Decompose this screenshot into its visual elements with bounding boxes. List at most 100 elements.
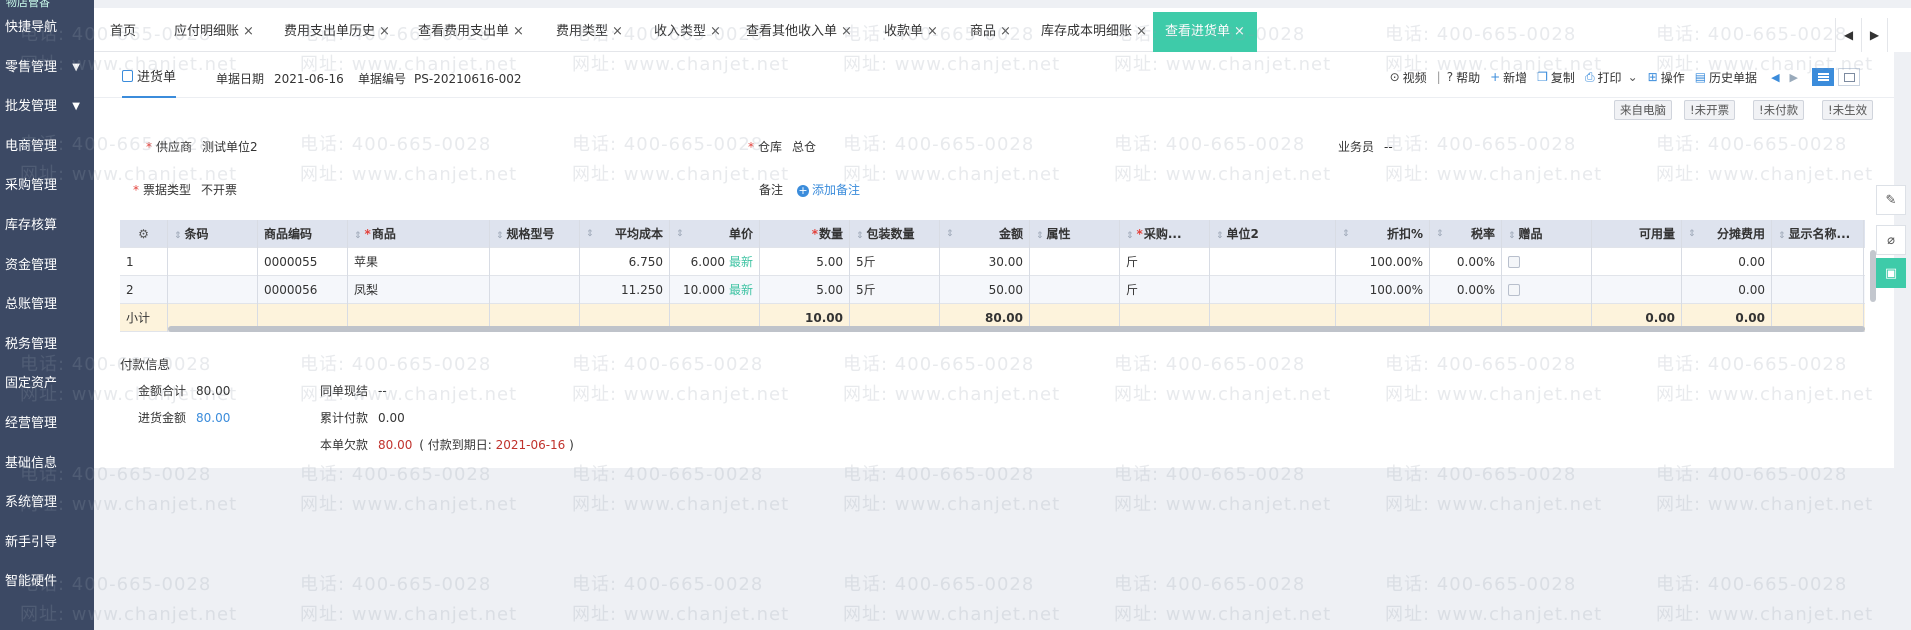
column-header[interactable]: ⇕ 显示名称... bbox=[1772, 220, 1864, 248]
grid-cell-available[interactable] bbox=[1592, 248, 1682, 276]
column-header[interactable]: ⇕ 包装数量 bbox=[850, 220, 940, 248]
grid-cell-amount[interactable]: 50.00 bbox=[940, 276, 1030, 304]
next-doc-button[interactable]: ▶ bbox=[1790, 71, 1798, 84]
image-tool-button[interactable]: ▣ bbox=[1876, 258, 1906, 288]
column-header[interactable]: ⇕ 单位2 bbox=[1210, 220, 1336, 248]
column-header[interactable]: *数量 bbox=[760, 220, 850, 248]
tab[interactable]: 应付明细账 × bbox=[172, 12, 256, 52]
column-header[interactable]: ⇕ *商品 bbox=[348, 220, 490, 248]
grid-cell-amount[interactable]: 30.00 bbox=[940, 248, 1030, 276]
grid-cell-tax[interactable]: 0.00% bbox=[1430, 276, 1502, 304]
latest-price-link[interactable]: 最新 bbox=[729, 255, 753, 269]
close-icon[interactable]: × bbox=[1136, 24, 1147, 39]
column-header[interactable]: ⇕ 属性 bbox=[1030, 220, 1120, 248]
grid-cell-alloc[interactable]: 0.00 bbox=[1682, 248, 1772, 276]
tab[interactable]: 查看其他收入单 × bbox=[744, 12, 854, 52]
column-header[interactable]: ⇕ 规格型号 bbox=[490, 220, 580, 248]
grid-cell-spec[interactable] bbox=[490, 276, 580, 304]
grid-settings-cell[interactable]: ⚙ bbox=[120, 220, 168, 248]
tab[interactable]: 查看进货单 × bbox=[1153, 12, 1257, 52]
close-icon[interactable]: × bbox=[612, 24, 623, 39]
tab[interactable]: 费用支出单历史 × bbox=[282, 12, 392, 52]
grid-cell-name[interactable]: 凤梨 bbox=[348, 276, 490, 304]
grid-cell-qty[interactable]: 5.00 bbox=[760, 276, 850, 304]
grid-cell-attr[interactable] bbox=[1030, 276, 1120, 304]
salesman-field[interactable]: 业务员 -- bbox=[1338, 138, 1393, 155]
column-header[interactable]: ⇕ 平均成本 bbox=[580, 220, 670, 248]
column-header[interactable]: ⇕ 单价 bbox=[670, 220, 760, 248]
close-icon[interactable]: × bbox=[710, 24, 721, 39]
grid-cell-discount[interactable]: 100.00% bbox=[1336, 276, 1430, 304]
grid-cell-barcode[interactable] bbox=[168, 248, 258, 276]
grid-cell-display[interactable] bbox=[1772, 248, 1864, 276]
grid-cell-code[interactable]: 0000056 bbox=[258, 276, 348, 304]
grid-cell-available[interactable] bbox=[1592, 276, 1682, 304]
sidebar-item[interactable]: 资金管理 bbox=[0, 246, 94, 286]
gift-checkbox[interactable] bbox=[1508, 256, 1520, 268]
print-button[interactable]: ⎙ 打印 ⌄ bbox=[1585, 69, 1638, 86]
grid-cell-alloc[interactable]: 0.00 bbox=[1682, 276, 1772, 304]
grid-cell-unit2[interactable] bbox=[1210, 248, 1336, 276]
doc-tab-purchase[interactable]: 进货单 bbox=[122, 66, 177, 98]
video-button[interactable]: ⊙ 视频 bbox=[1390, 69, 1427, 86]
sidebar-item[interactable]: 零售管理 ▼ bbox=[0, 48, 94, 88]
tab[interactable]: 费用类型 × bbox=[554, 12, 625, 52]
grid-cell-tax[interactable]: 0.00% bbox=[1430, 248, 1502, 276]
grid-cell-avg-cost[interactable]: 6.750 bbox=[580, 248, 670, 276]
list-view-button[interactable] bbox=[1812, 68, 1834, 86]
tab-prev-button[interactable]: ◀ bbox=[1835, 18, 1861, 52]
grid-cell-display[interactable] bbox=[1772, 276, 1864, 304]
sidebar-item[interactable]: 经营管理 bbox=[0, 404, 94, 444]
close-icon[interactable]: × bbox=[379, 24, 390, 39]
add-remark-button[interactable]: + 添加备注 bbox=[797, 183, 860, 197]
warehouse-field[interactable]: * 仓库 总仓 bbox=[748, 138, 816, 155]
grid-cell-attr[interactable] bbox=[1030, 248, 1120, 276]
invoice-type-field[interactable]: * 票据类型 不开票 bbox=[133, 181, 237, 198]
close-icon[interactable]: × bbox=[513, 24, 524, 39]
close-icon[interactable]: × bbox=[927, 24, 938, 39]
tab[interactable]: 商品 × bbox=[968, 12, 1013, 52]
card-view-button[interactable] bbox=[1838, 68, 1860, 86]
sidebar-item[interactable]: 总账管理 bbox=[0, 285, 94, 325]
notes-tool-button[interactable]: ✎ bbox=[1876, 185, 1906, 215]
operate-button[interactable]: ⊞ 操作 bbox=[1648, 69, 1685, 86]
grid-cell-pack-qty[interactable]: 5斤 bbox=[850, 248, 940, 276]
attachment-tool-button[interactable]: ⌀ bbox=[1876, 225, 1906, 255]
tab-next-button[interactable]: ▶ bbox=[1861, 18, 1887, 52]
horizontal-scrollbar[interactable] bbox=[168, 326, 1865, 332]
column-header[interactable]: 商品编码 bbox=[258, 220, 348, 248]
grid-cell-code[interactable]: 0000055 bbox=[258, 248, 348, 276]
gift-checkbox[interactable] bbox=[1508, 284, 1520, 296]
sidebar-item[interactable]: 库存核算 bbox=[0, 206, 94, 246]
sidebar-item[interactable]: 批发管理 ▼ bbox=[0, 87, 94, 127]
column-header[interactable]: ⇕ 折扣% bbox=[1336, 220, 1430, 248]
copy-button[interactable]: ❐ 复制 bbox=[1537, 69, 1575, 86]
column-header[interactable]: ⇕ 条码 bbox=[168, 220, 258, 248]
close-icon[interactable]: × bbox=[243, 24, 254, 39]
tab[interactable]: 收入类型 × bbox=[652, 12, 723, 52]
column-header[interactable]: ⇕ 赠品 bbox=[1502, 220, 1592, 248]
column-header[interactable]: ⇕ *采购... bbox=[1120, 220, 1210, 248]
grid-cell-qty[interactable]: 5.00 bbox=[760, 248, 850, 276]
sidebar-item[interactable]: 系统管理 bbox=[0, 483, 94, 523]
grid-cell-spec[interactable] bbox=[490, 248, 580, 276]
history-button[interactable]: ▤ 历史单据 bbox=[1695, 69, 1757, 86]
sidebar-item[interactable]: 税务管理 bbox=[0, 325, 94, 365]
tab[interactable]: 查看费用支出单 × bbox=[416, 12, 526, 52]
sidebar-item[interactable]: 固定资产 bbox=[0, 364, 94, 404]
column-header[interactable]: 可用量 bbox=[1592, 220, 1682, 248]
sidebar-item[interactable]: 基础信息 bbox=[0, 444, 94, 484]
grid-cell-pack-qty[interactable]: 5斤 bbox=[850, 276, 940, 304]
sidebar-item[interactable]: 电商管理 bbox=[0, 127, 94, 167]
tab[interactable]: 库存成本明细账 × bbox=[1039, 12, 1149, 52]
sidebar-item[interactable]: 新手引导 bbox=[0, 523, 94, 563]
help-button[interactable]: ?帮助 bbox=[1437, 69, 1480, 86]
add-button[interactable]: + 新增 bbox=[1490, 69, 1527, 86]
sidebar-item[interactable]: 快捷导航 bbox=[0, 8, 94, 48]
sidebar-item[interactable]: 智能硬件 bbox=[0, 562, 94, 602]
grid-cell-unit2[interactable] bbox=[1210, 276, 1336, 304]
column-header[interactable]: ⇕ 金额 bbox=[940, 220, 1030, 248]
close-icon[interactable]: × bbox=[1000, 24, 1011, 39]
supplier-field[interactable]: * 供应商 测试单位2 bbox=[146, 138, 258, 155]
grid-cell-purchase-unit[interactable]: 斤 bbox=[1120, 248, 1210, 276]
